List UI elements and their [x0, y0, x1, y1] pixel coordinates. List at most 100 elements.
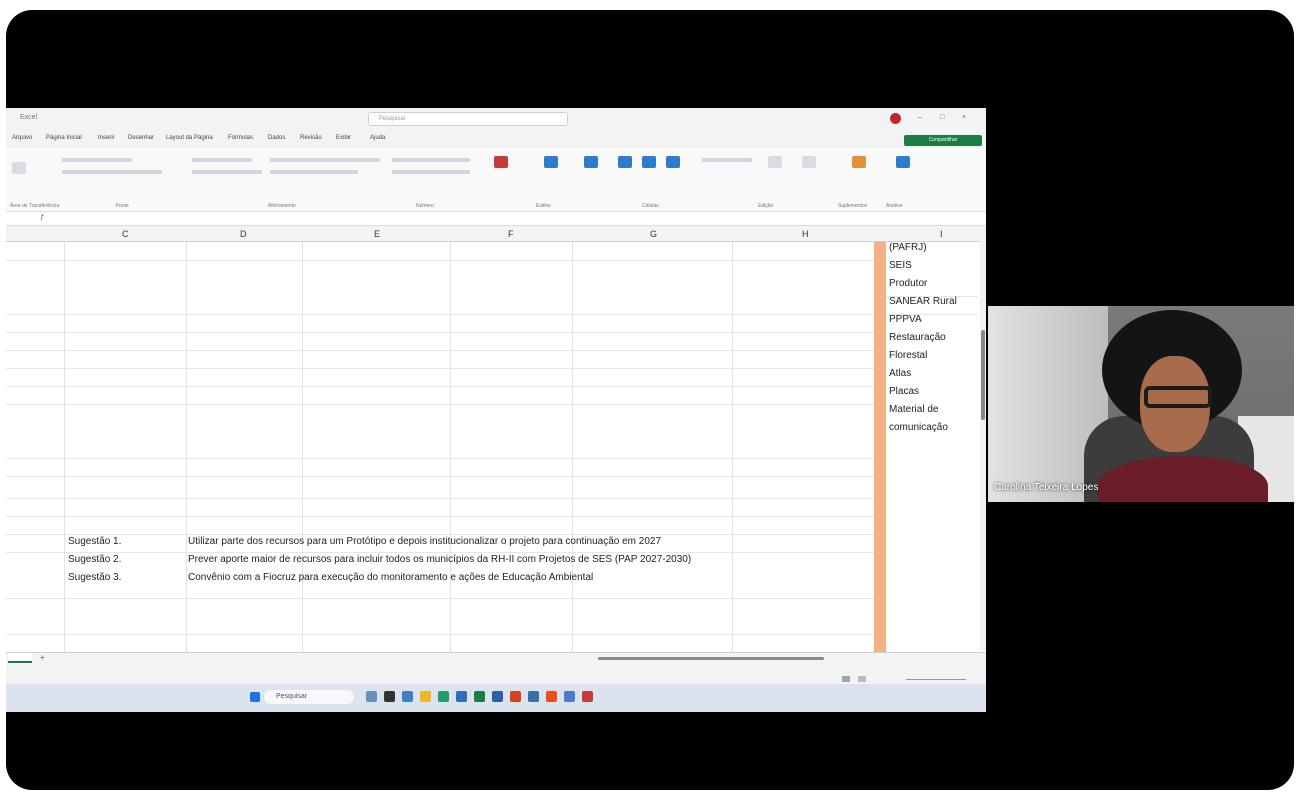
zoom-slider[interactable]: [906, 679, 966, 680]
search-box[interactable]: Pesquisar: [368, 112, 568, 126]
delete-cells-icon[interactable]: [642, 156, 656, 168]
highlighted-column: [874, 242, 886, 652]
gridline: [6, 386, 874, 387]
addins-icon[interactable]: [852, 156, 866, 168]
cell-i[interactable]: (PAFRJ): [889, 242, 927, 253]
normal-view-icon[interactable]: [842, 676, 850, 682]
gridline: [6, 314, 874, 315]
suggestion-label[interactable]: Sugestão 2.: [68, 554, 121, 565]
suggestion-text[interactable]: Utilizar parte dos recursos para um Prot…: [188, 536, 661, 547]
conditional-format-icon[interactable]: [494, 156, 508, 168]
shared-screen: Excel Pesquisar – □ × Arquivo Página Ini…: [6, 108, 986, 712]
indent-tools[interactable]: [192, 170, 262, 174]
menu-revisao[interactable]: Revisão: [300, 135, 322, 141]
close-icon[interactable]: ×: [962, 114, 966, 121]
excel-icon[interactable]: [474, 691, 485, 702]
column-header-h[interactable]: H: [802, 229, 809, 239]
formula-bar[interactable]: ƒ: [6, 212, 986, 226]
insert-cells-icon[interactable]: [618, 156, 632, 168]
cell-i[interactable]: Placas: [889, 386, 919, 397]
font-name-select[interactable]: [62, 158, 132, 162]
autosum-button[interactable]: [702, 158, 752, 162]
sheet-tab[interactable]: [8, 653, 32, 663]
minimize-icon[interactable]: –: [918, 114, 922, 121]
cell-i[interactable]: SANEAR Rural: [889, 296, 957, 307]
store-icon[interactable]: [456, 691, 467, 702]
suggestion-text[interactable]: Prever aporte maior de recursos para inc…: [188, 554, 691, 565]
column-header-f[interactable]: F: [508, 229, 514, 239]
cell-grid[interactable]: (PAFRJ) SEIS Produtor SANEAR Rural PPPVA…: [6, 242, 986, 652]
cell-i[interactable]: SEIS: [889, 260, 912, 271]
outlook-icon[interactable]: [528, 691, 539, 702]
taskbar-search[interactable]: Pesquisar: [264, 690, 354, 704]
app-icon[interactable]: [582, 691, 593, 702]
menu-inserir[interactable]: Inserir: [98, 135, 115, 141]
status-bar: [6, 674, 986, 684]
page-layout-icon[interactable]: [858, 676, 866, 682]
teams-icon[interactable]: [402, 691, 413, 702]
word-icon[interactable]: [492, 691, 503, 702]
suggestion-text[interactable]: Convênio com a Fiocruz para execução do …: [188, 572, 593, 583]
menu-arquivo[interactable]: Arquivo: [12, 135, 32, 141]
document-title: Excel: [20, 114, 38, 121]
paste-icon[interactable]: [12, 162, 26, 174]
add-sheet-icon[interactable]: +: [40, 653, 45, 662]
column-header-c[interactable]: C: [122, 229, 129, 239]
cell-styles-icon[interactable]: [584, 156, 598, 168]
task-view-icon[interactable]: [384, 691, 395, 702]
menu-desenhar[interactable]: Desenhar: [128, 135, 154, 141]
cell-i[interactable]: Atlas: [889, 368, 911, 379]
suggestion-label[interactable]: Sugestão 3.: [68, 572, 121, 583]
menu-layout[interactable]: Layout da Página: [166, 135, 213, 141]
analyze-data-icon[interactable]: [896, 156, 910, 168]
column-header-i[interactable]: I: [940, 229, 943, 239]
windows-taskbar: Pesquisar: [6, 684, 986, 712]
cell-i[interactable]: Restauração: [889, 332, 946, 343]
group-font: Fonte: [116, 203, 129, 209]
number-format-select[interactable]: [392, 158, 470, 162]
gridline: [6, 332, 874, 333]
column-header-e[interactable]: E: [374, 229, 380, 239]
cell-i[interactable]: Florestal: [889, 350, 927, 361]
gridline: [6, 516, 874, 517]
gridline: [64, 242, 65, 652]
menu-ajuda[interactable]: Ajuda: [370, 135, 385, 141]
menu-pagina-inicial[interactable]: Página Inicial: [46, 135, 82, 141]
participant-video-tile[interactable]: Carolina Teixeira Lopes: [988, 306, 1294, 502]
align-tools[interactable]: [192, 158, 252, 162]
powerpoint-icon[interactable]: [510, 691, 521, 702]
maximize-icon[interactable]: □: [940, 114, 944, 121]
share-button[interactable]: Compartilhar: [904, 135, 982, 146]
font-format-tools[interactable]: [62, 170, 162, 174]
vertical-scroll-thumb[interactable]: [981, 330, 985, 420]
start-icon[interactable]: [250, 692, 260, 702]
edge-icon[interactable]: [438, 691, 449, 702]
number-tools[interactable]: [392, 170, 470, 174]
cell-i[interactable]: Produtor: [889, 278, 927, 289]
format-table-icon[interactable]: [544, 156, 558, 168]
gridline: [6, 404, 874, 405]
format-cells-icon[interactable]: [666, 156, 680, 168]
suggestion-label[interactable]: Sugestão 1.: [68, 536, 121, 547]
menu-exibir[interactable]: Exibir: [336, 135, 351, 141]
cell-i[interactable]: PPPVA: [889, 314, 922, 325]
app-icon[interactable]: [564, 691, 575, 702]
horizontal-scroll-thumb[interactable]: [598, 657, 824, 660]
merge-center-button[interactable]: [270, 170, 358, 174]
column-header-g[interactable]: G: [650, 229, 657, 239]
menu-formulas[interactable]: Fórmulas: [228, 135, 253, 141]
group-addins: Suplementos: [838, 203, 868, 209]
file-explorer-icon[interactable]: [420, 691, 431, 702]
vertical-scrollbar[interactable]: [980, 230, 986, 650]
chrome-icon[interactable]: [546, 691, 557, 702]
user-avatar[interactable]: [890, 113, 901, 124]
cell-i[interactable]: comunicação: [889, 422, 948, 433]
column-header-d[interactable]: D: [240, 229, 247, 239]
widgets-icon[interactable]: [366, 691, 377, 702]
sort-filter-icon[interactable]: [768, 156, 782, 168]
find-select-icon[interactable]: [802, 156, 816, 168]
wrap-text-button[interactable]: [270, 158, 380, 162]
menu-dados[interactable]: Dados: [268, 135, 285, 141]
cell-i[interactable]: Material de: [889, 404, 938, 415]
sheet-tab-bar: +: [6, 652, 986, 674]
